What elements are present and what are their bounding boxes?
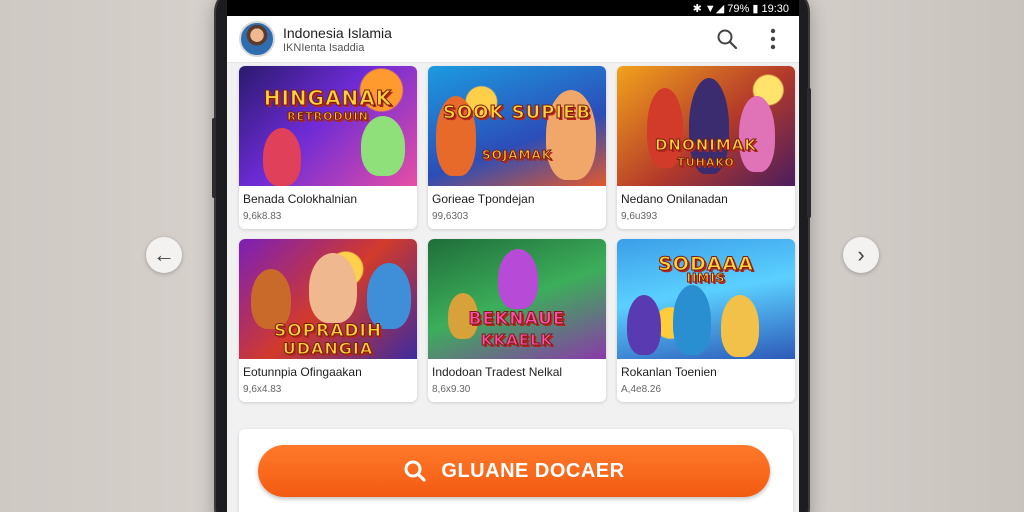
game-meta: 9,6x4.83: [243, 384, 282, 395]
banner-subtext: UDANGIA: [282, 339, 374, 359]
banner-text: BEKNAUE: [468, 309, 566, 330]
banner-subtext: TUHAKO: [677, 156, 735, 170]
game-grid: HINGANAK RETRODUIN Benada Colokhalnian 9…: [239, 66, 795, 402]
banner-text: DNONIMAK: [654, 136, 758, 155]
banner-text: HINGANAK: [263, 86, 393, 111]
game-thumbnail: HINGANAK RETRODUIN: [239, 66, 417, 186]
banner-text: SOOK SUPIEB: [442, 102, 592, 124]
game-meta: 8,6x9.30: [432, 384, 471, 395]
game-card[interactable]: DNONIMAK TUHAKO Nedano Onilanadan 9,6u39…: [617, 66, 795, 229]
search-cta-button[interactable]: GLUANE DOCAER: [258, 445, 770, 497]
cta-label: GLUANE DOCAER: [441, 459, 625, 482]
game-title: Eotunnpia Ofingaakan: [243, 365, 362, 379]
character-art: [251, 269, 291, 329]
game-thumbnail: SODAAA IIMIS: [617, 239, 795, 359]
game-card[interactable]: SODAAA IIMIS Rokanlan Toenien A,4e8.26: [617, 239, 795, 402]
game-title: Indodoan Tradest Nelkal: [432, 365, 563, 379]
previous-arrow-button[interactable]: ←: [146, 237, 182, 273]
avatar[interactable]: [239, 21, 275, 57]
character-art: [498, 249, 538, 309]
game-card[interactable]: SOPRADIH UDANGIA Eotunnpia Ofingaakan 9,…: [239, 239, 417, 402]
character-art: [263, 128, 301, 186]
next-arrow-button[interactable]: ›: [843, 237, 879, 273]
banner-subtext: IIMIS: [686, 271, 726, 286]
status-indicators: ✱ ▼◢ 79% ▮ 19:30: [692, 2, 789, 15]
power-button: [807, 88, 811, 218]
game-title: Rokanlan Toenien: [621, 365, 717, 379]
character-art: [361, 116, 405, 176]
game-thumbnail: DNONIMAK TUHAKO: [617, 66, 795, 186]
game-card[interactable]: HINGANAK RETRODUIN Benada Colokhalnian 9…: [239, 66, 417, 229]
character-art: [673, 285, 711, 355]
chevron-right-icon: ›: [857, 242, 865, 267]
bottom-panel: GLUANE DOCAER: [239, 429, 793, 512]
character-art: [309, 253, 357, 323]
game-title: Gorieae Tpondejan: [432, 192, 535, 206]
app-bar-titles: Indonesia Islamia IKNIenta Isaddia: [283, 25, 695, 54]
game-card[interactable]: SOOK SUPIEB SOJAMAK Gorieae Tpondejan 99…: [428, 66, 606, 229]
game-card[interactable]: BEKNAUE KKAELK Indodoan Tradest Nelkal 8…: [428, 239, 606, 402]
game-title: Nedano Onilanadan: [621, 192, 728, 206]
game-meta: 9,6k8.83: [243, 211, 282, 222]
status-bar: ✱ ▼◢ 79% ▮ 19:30: [227, 0, 799, 16]
game-meta: 99,6303: [432, 211, 469, 222]
app-title: Indonesia Islamia: [283, 24, 392, 41]
volume-button: [212, 118, 216, 198]
game-thumbnail: SOOK SUPIEB SOJAMAK: [428, 66, 606, 186]
character-art: [627, 295, 661, 355]
app-bar: Indonesia Islamia IKNIenta Isaddia: [227, 16, 799, 63]
search-icon: [717, 29, 738, 50]
game-meta: 9,6u393: [621, 211, 658, 222]
game-thumbnail: SOPRADIH UDANGIA: [239, 239, 417, 359]
game-thumbnail: BEKNAUE KKAELK: [428, 239, 606, 359]
app-subtitle: IKNIenta Isaddia: [283, 41, 365, 54]
character-art: [721, 295, 759, 357]
arrow-left-icon: ←: [153, 242, 175, 267]
game-title: Benada Colokhalnian: [243, 192, 358, 206]
more-options-button[interactable]: [759, 25, 787, 53]
banner-text: SOPRADIH: [273, 321, 383, 342]
banner-subtext: KKAELK: [480, 331, 554, 350]
banner-subtext: SOJAMAK: [481, 148, 553, 163]
banner-subtext: RETRODUIN: [287, 110, 369, 124]
search-icon: [404, 460, 427, 482]
character-art: [367, 263, 411, 329]
search-button[interactable]: [713, 25, 741, 53]
phone-screen: ✱ ▼◢ 79% ▮ 19:30 Indonesia Islamia IKNIe…: [227, 0, 799, 512]
more-vertical-icon: [770, 28, 776, 50]
game-meta: A,4e8.26: [621, 384, 662, 395]
